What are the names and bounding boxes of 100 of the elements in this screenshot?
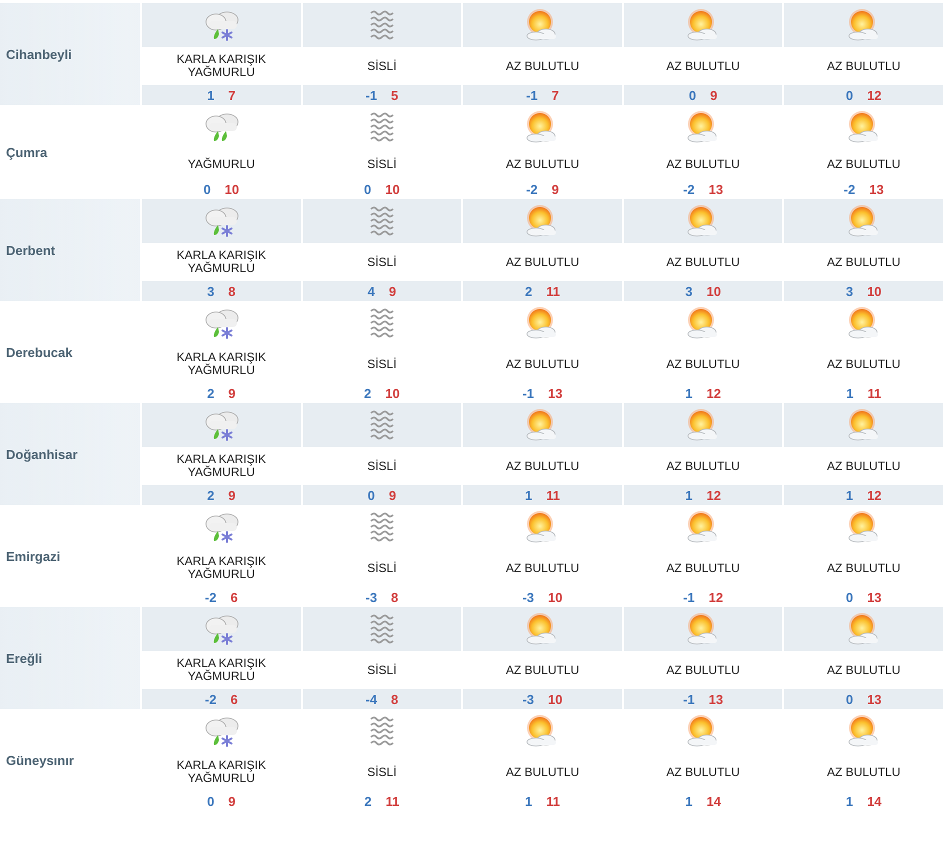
low-temperature: 1 (846, 794, 854, 808)
condition-label: AZ BULUTLU (666, 562, 740, 574)
condition-label: AZ BULUTLU (827, 460, 900, 472)
condition-label: KARLA KARIŞIK YAĞMURLU (176, 453, 267, 479)
high-temperature: 9 (388, 284, 396, 298)
high-temperature: 11 (546, 284, 560, 298)
condition-label: SİSLİ (367, 358, 397, 370)
high-temperature: 9 (552, 182, 559, 196)
condition-label: AZ BULUTLU (506, 358, 580, 370)
low-temperature: 3 (846, 284, 854, 298)
low-temperature: 1 (685, 386, 692, 400)
low-temperature: -2 (204, 692, 216, 706)
low-temperature: -2 (844, 182, 856, 196)
condition-label: AZ BULUTLU (827, 562, 900, 574)
condition-label: AZ BULUTLU (506, 158, 580, 170)
low-temperature: 0 (207, 794, 214, 808)
high-temperature: 8 (391, 590, 398, 604)
location-name: Derebucak (6, 344, 72, 360)
high-temperature: 7 (228, 88, 236, 102)
low-temperature: -1 (522, 386, 534, 400)
high-temperature: 10 (548, 692, 562, 706)
low-temperature: 1 (525, 794, 532, 808)
high-temperature: 13 (708, 182, 724, 196)
location-name: Ereğli (6, 650, 42, 666)
low-temperature: 3 (207, 284, 214, 298)
high-temperature: 9 (388, 488, 396, 502)
condition-label: AZ BULUTLU (666, 460, 740, 472)
high-temperature: 12 (867, 88, 882, 102)
low-temperature: 0 (364, 182, 372, 196)
low-temperature: 0 (846, 590, 854, 604)
condition-label: AZ BULUTLU (506, 256, 580, 268)
low-temperature: -4 (365, 692, 378, 706)
high-temperature: 14 (706, 794, 721, 808)
condition-label: AZ BULUTLU (666, 60, 740, 72)
low-temperature: 0 (203, 182, 211, 196)
location-name: Emirgazi (6, 548, 60, 564)
condition-label: SİSLİ (367, 60, 397, 72)
condition-label: AZ BULUTLU (666, 158, 740, 170)
high-temperature: 10 (706, 284, 721, 298)
high-temperature: 14 (867, 794, 882, 808)
high-temperature: 12 (708, 590, 724, 604)
high-temperature: 6 (230, 590, 238, 604)
high-temperature: 11 (386, 794, 400, 808)
low-temperature: 2 (364, 794, 372, 808)
high-temperature: 11 (867, 386, 882, 400)
low-temperature: 2 (525, 284, 532, 298)
low-temperature: -3 (522, 590, 534, 604)
condition-label: SİSLİ (367, 562, 397, 574)
low-temperature: 1 (525, 488, 532, 502)
condition-label: AZ BULUTLU (506, 60, 580, 72)
condition-label: AZ BULUTLU (827, 664, 900, 676)
low-temperature: 2 (207, 488, 214, 502)
condition-label: SİSLİ (367, 460, 397, 472)
condition-label: AZ BULUTLU (827, 766, 900, 778)
high-temperature: 9 (228, 794, 236, 808)
condition-label: AZ BULUTLU (506, 562, 580, 574)
low-temperature: -1 (683, 692, 695, 706)
condition-label: YAĞMURLU (188, 158, 255, 170)
high-temperature: 10 (385, 182, 400, 196)
high-temperature: 8 (228, 284, 236, 298)
high-temperature: 9 (710, 88, 718, 102)
low-temperature: 2 (364, 386, 372, 400)
low-temperature: -2 (204, 590, 216, 604)
high-temperature: 11 (546, 488, 560, 502)
low-temperature: -1 (683, 590, 695, 604)
high-temperature: 10 (385, 386, 400, 400)
low-temperature: 1 (685, 794, 692, 808)
low-temperature: 0 (846, 692, 854, 706)
low-temperature: -2 (526, 182, 538, 196)
low-temperature: -1 (365, 88, 378, 102)
condition-label: AZ BULUTLU (827, 60, 900, 72)
condition-label: AZ BULUTLU (827, 358, 900, 370)
condition-label: KARLA KARIŞIK YAĞMURLU (176, 555, 267, 581)
high-temperature: 12 (706, 488, 721, 502)
low-temperature: -1 (526, 88, 538, 102)
high-temperature: 9 (228, 488, 236, 502)
condition-label: SİSLİ (367, 664, 397, 676)
high-temperature: 13 (867, 692, 882, 706)
location-name: Derbent (6, 242, 56, 258)
condition-label: AZ BULUTLU (506, 460, 580, 472)
high-temperature: 11 (546, 794, 560, 808)
condition-label: AZ BULUTLU (666, 256, 740, 268)
high-temperature: 13 (708, 692, 724, 706)
high-temperature: 10 (548, 590, 562, 604)
condition-label: KARLA KARIŞIK YAĞMURLU (176, 53, 267, 79)
condition-label: SİSLİ (367, 158, 397, 170)
condition-label: SİSLİ (367, 256, 397, 268)
low-temperature: 0 (846, 88, 854, 102)
high-temperature: 12 (706, 386, 721, 400)
location-name: Güneysınır (6, 752, 74, 768)
high-temperature: 12 (867, 488, 882, 502)
low-temperature: 1 (846, 488, 854, 502)
low-temperature: 1 (846, 386, 854, 400)
high-temperature: 8 (391, 692, 398, 706)
high-temperature: 7 (552, 88, 559, 102)
condition-label: AZ BULUTLU (827, 256, 900, 268)
low-temperature: 2 (207, 386, 214, 400)
condition-label: KARLA KARIŞIK YAĞMURLU (176, 249, 267, 275)
location-name: Çumra (6, 144, 48, 160)
low-temperature: 3 (685, 284, 692, 298)
